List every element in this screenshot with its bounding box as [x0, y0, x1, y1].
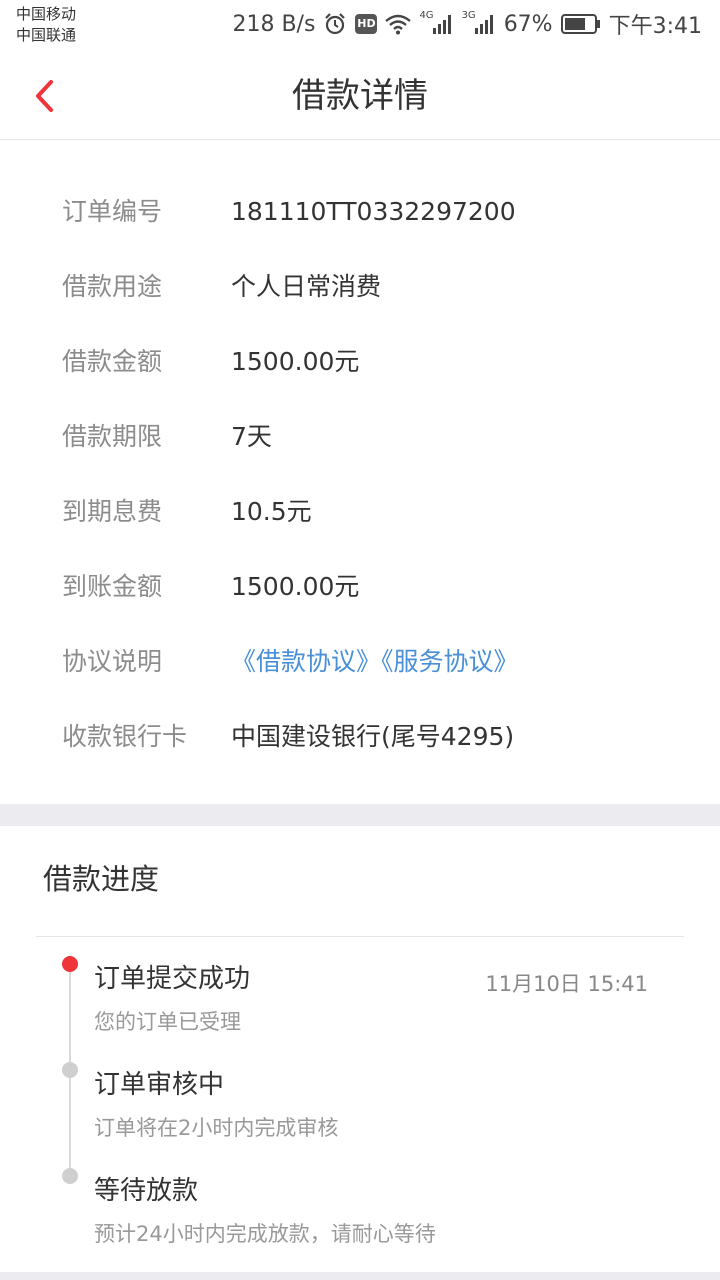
- step-title: 订单提交成功: [94, 964, 251, 994]
- step-title: 等待放款: [94, 1176, 199, 1206]
- service-agreement-link[interactable]: 《服务协议》: [381, 647, 519, 676]
- navigation-header: 借款详情: [0, 52, 720, 140]
- detail-label: 借款期限: [62, 422, 163, 451]
- detail-row-order-number: 订单编号 181110TT0332297200: [0, 174, 720, 249]
- loan-agreement-link[interactable]: 《借款协议》: [231, 647, 381, 676]
- alarm-icon: [323, 12, 347, 36]
- section-separator: [0, 804, 720, 826]
- carrier-primary: 中国移动: [16, 5, 77, 23]
- progress-step-submitted: 订单提交成功 11月10日 15:41 您的订单已受理: [0, 952, 720, 1052]
- signal-4g-icon: 4G: [419, 9, 453, 35]
- status-bar: 中国移动 中国联通 218 B/s HD 4G 3G 67% 下午3:41: [0, 0, 720, 52]
- detail-row-loan-term: 借款期限 7天: [0, 399, 720, 474]
- battery-icon: [560, 13, 601, 35]
- order-number-value: 181110TT0332297200: [231, 197, 516, 226]
- net-speed: 218 B/s: [232, 11, 316, 37]
- loan-term-value: 7天: [231, 422, 272, 451]
- interest-fee-value: 10.5元: [231, 497, 312, 526]
- received-amount-value: 1500.00元: [231, 572, 360, 601]
- detail-row-loan-purpose: 借款用途 个人日常消费: [0, 249, 720, 324]
- bottom-separator: [0, 1272, 720, 1280]
- hd-label: HD: [355, 14, 378, 34]
- step-desc: 订单将在2小时内完成审核: [94, 1116, 339, 1140]
- detail-label: 到期息费: [62, 497, 163, 526]
- status-indicators: 218 B/s HD 4G 3G 67% 下午3:41: [232, 9, 702, 40]
- bank-card-value: 中国建设银行(尾号4295): [231, 722, 515, 751]
- progress-step-reviewing: 订单审核中 订单将在2小时内完成审核: [0, 1058, 720, 1158]
- hd-icon: HD: [355, 14, 378, 34]
- progress-step-awaiting-disbursement: 等待放款 预计24小时内完成放款，请耐心等待: [0, 1164, 720, 1264]
- wifi-icon: [385, 13, 412, 35]
- signal-3g-icon: 3G: [461, 9, 496, 35]
- page-title: 借款详情: [292, 76, 428, 116]
- detail-label: 到账金额: [62, 572, 163, 601]
- detail-row-loan-amount: 借款金额 1500.00元: [0, 324, 720, 399]
- carrier-secondary: 中国联通: [16, 26, 77, 44]
- step-dot: [62, 1062, 78, 1078]
- detail-label: 借款用途: [62, 272, 163, 301]
- detail-label: 协议说明: [62, 647, 163, 676]
- battery-percent: 67%: [503, 11, 553, 37]
- detail-row-received-amount: 到账金额 1500.00元: [0, 549, 720, 624]
- detail-label: 收款银行卡: [62, 722, 188, 751]
- step-desc: 预计24小时内完成放款，请耐心等待: [94, 1222, 436, 1246]
- step-desc: 您的订单已受理: [94, 1010, 241, 1034]
- step-dot: [62, 1168, 78, 1184]
- progress-title: 借款进度: [43, 862, 160, 896]
- detail-row-interest-fee: 到期息费 10.5元: [0, 474, 720, 549]
- detail-label: 订单编号: [62, 197, 163, 226]
- loan-progress-section: 借款进度 订单提交成功 11月10日 15:41 您的订单已受理 订单审核中 订…: [0, 826, 720, 1272]
- agreement-links: 《借款协议》《服务协议》: [231, 624, 519, 699]
- loan-purpose-value: 个人日常消费: [231, 272, 382, 301]
- net-4g-label: 4G: [419, 9, 434, 21]
- carrier-info: 中国移动 中国联通: [16, 4, 76, 46]
- detail-row-bank-card: 收款银行卡 中国建设银行(尾号4295): [0, 699, 720, 774]
- step-time: 11月10日 15:41: [485, 972, 648, 996]
- step-dot-active: [62, 956, 78, 972]
- divider: [36, 936, 684, 937]
- loan-details-section: 订单编号 181110TT0332297200 借款用途 个人日常消费 借款金额…: [0, 140, 720, 804]
- loan-amount-value: 1500.00元: [231, 347, 360, 376]
- step-title: 订单审核中: [94, 1070, 225, 1100]
- clock: 下午3:41: [608, 14, 702, 39]
- detail-label: 借款金额: [62, 347, 163, 376]
- net-3g-label: 3G: [461, 9, 476, 21]
- detail-row-agreements: 协议说明 《借款协议》《服务协议》: [0, 624, 720, 699]
